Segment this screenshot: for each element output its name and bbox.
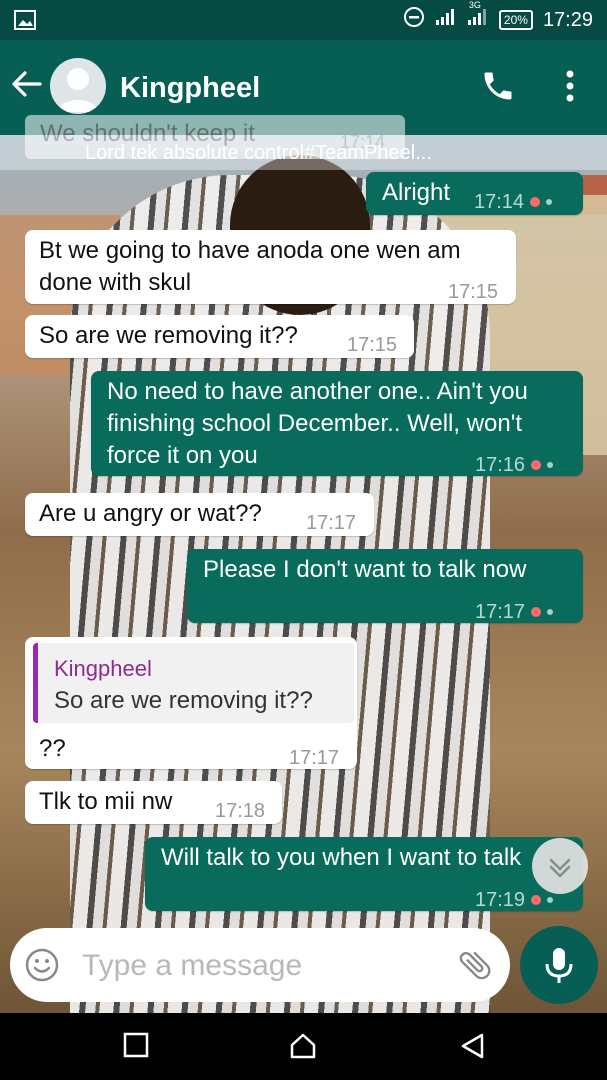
status-dot-icon bbox=[531, 607, 542, 617]
message-bubble[interactable]: No need to have another one.. Ain't you … bbox=[91, 371, 583, 476]
message-time: 17:15 bbox=[448, 281, 499, 303]
message-bubble[interactable]: Kingpheel So are we removing it?? ?? 17:… bbox=[25, 637, 357, 769]
message-bubble[interactable]: Bt we going to have anoda one wen am don… bbox=[25, 230, 516, 304]
status-dot-icon bbox=[530, 197, 541, 207]
quoted-message[interactable]: Kingpheel So are we removing it?? bbox=[33, 643, 354, 723]
message-time: 17:17 bbox=[289, 747, 340, 769]
image-icon bbox=[14, 10, 36, 35]
quoted-sender: Kingpheel bbox=[54, 656, 152, 681]
message-composer bbox=[10, 928, 510, 1002]
message-bubble[interactable]: Please I don't want to talk now 17:17 bbox=[187, 549, 583, 623]
status-bar: 3G 20% 17:29 bbox=[0, 0, 607, 40]
mic-icon bbox=[545, 948, 573, 983]
status-dot-icon bbox=[547, 462, 554, 468]
message-time: 17:14 bbox=[474, 191, 525, 213]
more-vert-icon[interactable] bbox=[560, 68, 580, 109]
message-time: 17:18 bbox=[215, 800, 266, 822]
scroll-down-button[interactable] bbox=[532, 838, 588, 894]
system-nav-bar bbox=[0, 1013, 607, 1080]
message-bubble[interactable]: Alright 17:14 bbox=[366, 172, 583, 215]
message-text: Alright bbox=[382, 179, 451, 206]
contact-name[interactable]: Kingpheel bbox=[120, 72, 260, 105]
chevron-down-icon bbox=[549, 858, 571, 878]
mic-button[interactable] bbox=[520, 926, 598, 1004]
message-input[interactable] bbox=[80, 940, 444, 992]
message-bubble[interactable]: Tlk to mii nw 17:18 bbox=[25, 781, 282, 824]
message-time: 17:17 bbox=[306, 512, 357, 534]
contact-status: Lord tek absolute control#TeamPheel... bbox=[85, 142, 432, 164]
message-bubble[interactable]: So are we removing it?? 17:15 bbox=[25, 315, 414, 358]
signal-3g-icon: 3G bbox=[467, 0, 489, 32]
message-text: Please I don't want to talk now bbox=[203, 556, 527, 583]
dnd-icon bbox=[403, 6, 425, 34]
message-text: Tlk to mii nw bbox=[39, 788, 173, 815]
message-time: 17:16 bbox=[475, 454, 526, 476]
message-text: Bt we going to have anoda one wen am don… bbox=[39, 237, 461, 296]
battery-icon: 20% bbox=[498, 10, 533, 30]
status-dot-icon bbox=[546, 199, 553, 205]
phone-icon[interactable] bbox=[480, 68, 516, 109]
status-dot-icon bbox=[547, 897, 554, 903]
recents-icon[interactable] bbox=[122, 1031, 150, 1064]
message-text: So are we removing it?? bbox=[39, 322, 298, 349]
status-dot-icon bbox=[547, 609, 554, 615]
message-time: 17:19 bbox=[475, 889, 526, 911]
signal-icon bbox=[435, 8, 457, 32]
message-bubble[interactable]: Are u angry or wat?? 17:17 bbox=[25, 493, 374, 536]
status-dot-icon bbox=[531, 895, 542, 905]
attach-icon[interactable] bbox=[456, 946, 494, 989]
message-text: ?? bbox=[39, 735, 66, 762]
message-bubble[interactable]: Will talk to you when I want to talk 17:… bbox=[145, 837, 583, 911]
back-arrow-icon[interactable] bbox=[10, 70, 42, 103]
message-time: 17:15 bbox=[347, 334, 398, 356]
network-label: 3G bbox=[468, 0, 481, 10]
avatar-icon[interactable] bbox=[50, 58, 106, 114]
home-icon[interactable] bbox=[288, 1031, 318, 1066]
message-text: Will talk to you when I want to talk bbox=[161, 844, 522, 871]
back-icon[interactable] bbox=[458, 1031, 488, 1066]
battery-level: 20% bbox=[503, 13, 528, 27]
clock: 17:29 bbox=[542, 8, 593, 31]
message-text: Are u angry or wat?? bbox=[39, 500, 262, 527]
quoted-text: So are we removing it?? bbox=[54, 687, 313, 714]
emoji-icon[interactable] bbox=[24, 947, 60, 988]
status-dot-icon bbox=[531, 460, 542, 470]
message-time: 17:17 bbox=[475, 601, 526, 623]
